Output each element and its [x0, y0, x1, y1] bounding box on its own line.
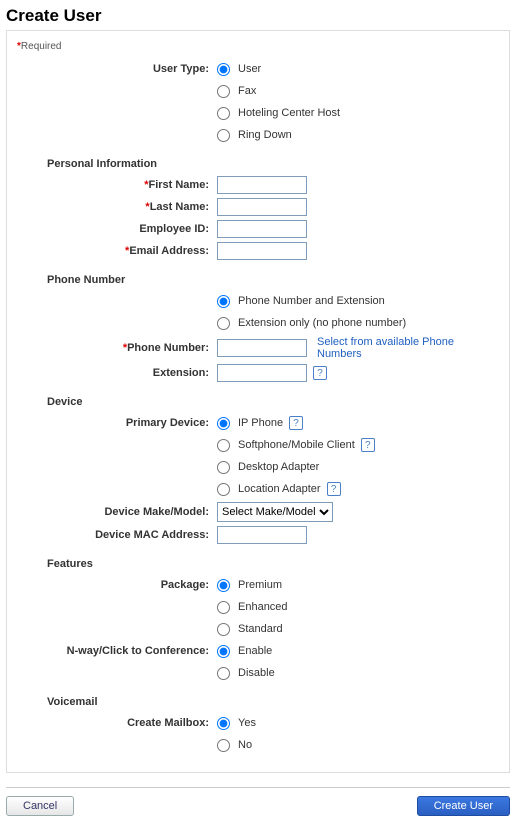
- radio-mailbox-yes[interactable]: [217, 717, 230, 730]
- radio-package-standard[interactable]: [217, 623, 230, 636]
- option-phone-mode-extonly: Extension only (no phone number): [238, 317, 406, 329]
- radio-package-enhanced[interactable]: [217, 601, 230, 614]
- label-email-text: Email Address:: [129, 245, 209, 257]
- section-device: Device: [47, 396, 499, 408]
- cancel-button[interactable]: Cancel: [6, 796, 74, 816]
- form-area: *Required User Type: User Fax Hoteling C…: [6, 30, 510, 773]
- label-create-mailbox: Create Mailbox:: [17, 717, 217, 729]
- label-user-type: User Type:: [17, 63, 217, 75]
- option-conference-enable: Enable: [238, 645, 272, 657]
- label-make-model: Device Make/Model:: [17, 506, 217, 518]
- extension-input[interactable]: [217, 364, 307, 382]
- label-mac: Device MAC Address:: [17, 529, 217, 541]
- employee-id-input[interactable]: [217, 220, 307, 238]
- option-device-desktop: Desktop Adapter: [238, 461, 319, 473]
- radio-phone-mode-both[interactable]: [217, 295, 230, 308]
- option-mailbox-no: No: [238, 739, 252, 751]
- label-email: *Email Address:: [17, 245, 217, 257]
- phone-number-input[interactable]: [217, 339, 307, 357]
- make-model-select[interactable]: Select Make/Model: [217, 502, 333, 522]
- radio-user-type-hoteling[interactable]: [217, 107, 230, 120]
- label-first-name: *First Name:: [17, 179, 217, 191]
- option-device-ipphone: IP Phone: [238, 417, 283, 429]
- radio-user-type-user[interactable]: [217, 63, 230, 76]
- option-user-type-hoteling: Hoteling Center Host: [238, 107, 340, 119]
- option-package-premium: Premium: [238, 579, 282, 591]
- footer-bar: Cancel Create User: [6, 787, 510, 824]
- label-extension: Extension:: [17, 367, 217, 379]
- option-package-standard: Standard: [238, 623, 283, 635]
- help-icon[interactable]: ?: [289, 416, 303, 430]
- option-device-location: Location Adapter: [238, 483, 321, 495]
- last-name-input[interactable]: [217, 198, 307, 216]
- label-last-name-text: Last Name:: [150, 201, 209, 213]
- option-device-softphone: Softphone/Mobile Client: [238, 439, 355, 451]
- radio-user-type-fax[interactable]: [217, 85, 230, 98]
- radio-conference-enable[interactable]: [217, 645, 230, 658]
- option-user-type-ringdown: Ring Down: [238, 129, 292, 141]
- option-package-enhanced: Enhanced: [238, 601, 288, 613]
- radio-phone-mode-extonly[interactable]: [217, 317, 230, 330]
- help-icon[interactable]: ?: [327, 482, 341, 496]
- option-user-type-fax: Fax: [238, 85, 256, 97]
- mac-input[interactable]: [217, 526, 307, 544]
- help-icon[interactable]: ?: [313, 366, 327, 380]
- radio-device-location[interactable]: [217, 483, 230, 496]
- option-phone-mode-both: Phone Number and Extension: [238, 295, 385, 307]
- option-user-type-user: User: [238, 63, 261, 75]
- email-input[interactable]: [217, 242, 307, 260]
- radio-mailbox-no[interactable]: [217, 739, 230, 752]
- radio-device-ipphone[interactable]: [217, 417, 230, 430]
- option-conference-disable: Disable: [238, 667, 275, 679]
- radio-device-desktop[interactable]: [217, 461, 230, 474]
- radio-device-softphone[interactable]: [217, 439, 230, 452]
- label-employee-id: Employee ID:: [17, 223, 217, 235]
- section-personal: Personal Information: [47, 158, 499, 170]
- option-mailbox-yes: Yes: [238, 717, 256, 729]
- radio-package-premium[interactable]: [217, 579, 230, 592]
- label-package: Package:: [17, 579, 217, 591]
- first-name-input[interactable]: [217, 176, 307, 194]
- section-features: Features: [47, 558, 499, 570]
- label-phone-number-text: Phone Number:: [127, 342, 209, 354]
- label-first-name-text: First Name:: [148, 179, 209, 191]
- label-primary-device: Primary Device:: [17, 417, 217, 429]
- select-phone-link[interactable]: Select from available Phone Numbers: [317, 336, 499, 360]
- label-last-name: *Last Name:: [17, 201, 217, 213]
- create-user-button[interactable]: Create User: [417, 796, 510, 816]
- label-conference: N-way/Click to Conference:: [17, 645, 217, 657]
- radio-conference-disable[interactable]: [217, 667, 230, 680]
- required-text: Required: [21, 41, 62, 52]
- required-note: *Required: [17, 41, 499, 52]
- section-voicemail: Voicemail: [47, 696, 499, 708]
- page-title: Create User: [0, 0, 516, 30]
- section-phone: Phone Number: [47, 274, 499, 286]
- radio-user-type-ringdown[interactable]: [217, 129, 230, 142]
- label-phone-number: *Phone Number:: [17, 342, 217, 354]
- help-icon[interactable]: ?: [361, 438, 375, 452]
